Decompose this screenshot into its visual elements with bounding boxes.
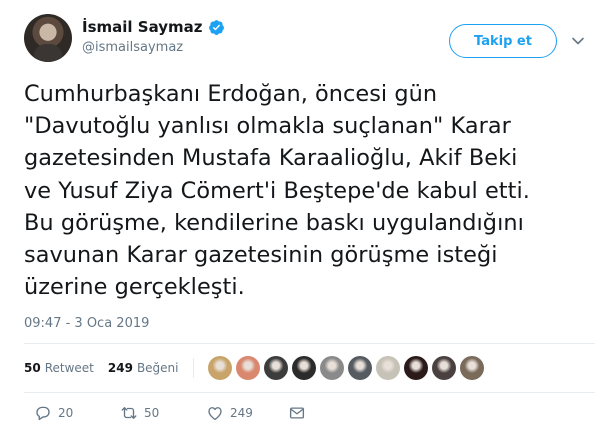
liker-avatar[interactable]	[347, 356, 372, 380]
heart-icon	[208, 407, 222, 421]
retweet-button[interactable]: 50	[120, 404, 206, 422]
liker-avatar[interactable]	[263, 356, 288, 380]
liker-avatar[interactable]	[291, 356, 316, 380]
tweet-text-line: "Davutoğlu yanlısı olmakla suçlanan" Kar…	[24, 113, 511, 140]
reply-icon	[36, 406, 50, 421]
like-button[interactable]: 249	[206, 404, 288, 422]
like-stat-label: Beğeni	[136, 361, 179, 375]
direct-message-button[interactable]	[288, 404, 306, 422]
tweet-actions: 20 50 249	[34, 404, 306, 422]
tweet-text-line: gazetesinden Mustafa Karaalioğlu, Akif B…	[24, 145, 518, 172]
liker-avatars	[207, 356, 484, 380]
verified-badge-icon	[208, 19, 224, 35]
author-handle[interactable]: @ismailsaymaz	[82, 40, 225, 55]
liker-avatar[interactable]	[375, 356, 400, 380]
tweet-stats: 50 Retweet 249 Beğeni	[24, 352, 484, 384]
reply-count: 20	[58, 406, 74, 420]
divider	[24, 343, 595, 344]
retweet-stat-count: 50	[24, 361, 41, 375]
tweet-text-line: üzerine gerçekleşti.	[24, 274, 245, 301]
tweet-timestamp[interactable]: 09:47 - 3 Oca 2019	[24, 316, 149, 331]
tweet-text-line: ve Yusuf Ziya Cömert'i Beştepe'de kabul …	[24, 177, 530, 204]
chevron-down-icon[interactable]	[571, 34, 585, 48]
retweet-icon	[121, 407, 137, 419]
liker-avatar[interactable]	[459, 356, 484, 380]
tweet-text-line: savunan Karar gazetesinin görüşme isteği	[24, 242, 498, 269]
like-stat-count: 249	[107, 361, 133, 375]
liker-avatar[interactable]	[403, 356, 428, 380]
retweet-stat[interactable]: 50 Retweet	[24, 361, 94, 375]
liker-avatar[interactable]	[235, 356, 260, 380]
divider	[24, 392, 595, 393]
author-avatar[interactable]	[24, 14, 72, 62]
reply-button[interactable]: 20	[34, 404, 120, 422]
liker-avatar[interactable]	[319, 356, 344, 380]
liker-avatar[interactable]	[207, 356, 232, 380]
stats-separator	[192, 358, 194, 378]
tweet-text: Cumhurbaşkanı Erdoğan, öncesi gün "Davut…	[24, 78, 594, 303]
liker-avatar[interactable]	[431, 356, 456, 380]
follow-button[interactable]: Takip et	[449, 24, 557, 58]
tweet-header: İsmail Saymaz @ismailsaymaz Takip et	[24, 14, 591, 66]
author-info: İsmail Saymaz @ismailsaymaz	[82, 18, 225, 55]
like-count: 249	[230, 406, 253, 420]
retweet-stat-label: Retweet	[44, 361, 94, 375]
author-display-name[interactable]: İsmail Saymaz	[82, 18, 203, 36]
like-stat[interactable]: 249 Beğeni	[108, 361, 179, 375]
tweet-text-line: Cumhurbaşkanı Erdoğan, öncesi gün	[24, 81, 438, 107]
retweet-count: 50	[144, 406, 160, 420]
envelope-icon	[289, 407, 305, 419]
author-name-row: İsmail Saymaz	[82, 18, 225, 36]
tweet-text-line: Bu görüşme, kendilerine baskı uygulandığ…	[24, 209, 524, 236]
